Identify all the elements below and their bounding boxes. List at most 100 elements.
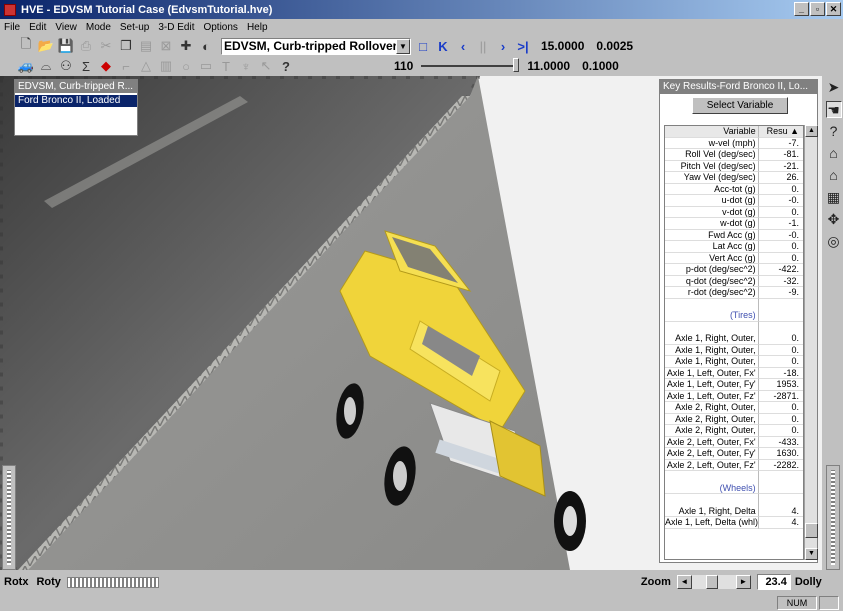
question-icon[interactable]: ? <box>826 123 842 140</box>
new-file-icon[interactable]: 🗋 <box>18 36 34 54</box>
table-row[interactable] <box>665 471 803 483</box>
table-row[interactable]: Vert Acc (g) 0. <box>665 252 803 264</box>
table-row[interactable]: Axle 1, Left, Outer, Fx' -18. <box>665 367 803 379</box>
home-icon[interactable]: ⌂ <box>826 145 842 162</box>
table-row[interactable]: Axle 1, Right, Outer, 0. <box>665 333 803 345</box>
zoom-slider[interactable] <box>691 575 736 589</box>
event-select[interactable]: EDVSM, Curb-tripped Rollover ▼ <box>221 37 411 55</box>
event-icon[interactable]: ◐ <box>198 38 214 54</box>
grid-icon[interactable]: ▦ <box>826 189 842 206</box>
copy-icon[interactable]: ❐ <box>118 38 134 54</box>
stop-icon[interactable]: □ <box>415 38 431 54</box>
save-icon[interactable]: 💾 <box>58 38 74 54</box>
table-row[interactable] <box>665 494 803 506</box>
path-icon[interactable]: ⌐ <box>118 58 134 74</box>
chevron-down-icon[interactable]: ▼ <box>396 38 410 54</box>
collision-icon[interactable]: ◆ <box>98 58 114 74</box>
arrow-pointer-icon[interactable]: ➤ <box>826 79 842 96</box>
table-row[interactable]: Axle 2, Left, Outer, Fx' -433. <box>665 436 803 448</box>
select-variable-button[interactable]: Select Variable <box>692 97 788 114</box>
table-row[interactable]: Lat Acc (g) 0. <box>665 241 803 253</box>
end-icon[interactable]: >| <box>515 38 531 54</box>
scroll-up-button[interactable]: ▲ <box>805 125 818 137</box>
menu-file[interactable]: File <box>4 22 20 33</box>
menu-view[interactable]: View <box>55 22 77 33</box>
environment-icon[interactable]: ⌓ <box>38 58 54 74</box>
table-row[interactable]: w-dot (g) -1. <box>665 218 803 230</box>
move-icon[interactable]: ✥ <box>826 211 842 228</box>
cut-icon[interactable]: ✂ <box>98 38 114 54</box>
table-row[interactable]: Axle 2, Right, Outer, 0. <box>665 413 803 425</box>
column-header-variable[interactable]: Variable <box>665 126 759 138</box>
home-alt-icon[interactable]: ⌂ <box>826 167 842 184</box>
menu-options[interactable]: Options <box>203 22 237 33</box>
table-row[interactable]: Pitch Vel (deg/sec) -21. <box>665 160 803 172</box>
triangle-icon[interactable]: △ <box>138 58 154 74</box>
table-row[interactable] <box>665 298 803 310</box>
scroll-thumb[interactable] <box>805 523 818 538</box>
maximize-button[interactable]: ▫ <box>810 2 825 16</box>
paste-icon[interactable]: ▤ <box>138 38 154 54</box>
print-icon[interactable]: ⎙ <box>78 38 94 54</box>
minimize-button[interactable]: _ <box>794 2 809 16</box>
delete-icon[interactable]: ⊠ <box>158 38 174 54</box>
table-row[interactable]: Axle 2, Right, Outer, 0. <box>665 425 803 437</box>
light-icon[interactable]: ♆ <box>238 58 254 74</box>
table-row[interactable]: Fwd Acc (g) -0. <box>665 229 803 241</box>
table-row[interactable]: u-dot (g) -0. <box>665 195 803 207</box>
table-row[interactable]: q-dot (deg/sec^2) -32. <box>665 275 803 287</box>
table-row[interactable]: Yaw Vel (deg/sec) 26. <box>665 172 803 184</box>
table-row[interactable]: p-dot (deg/sec^2) -422. <box>665 264 803 276</box>
zoom-slider-thumb[interactable] <box>705 575 718 589</box>
table-row[interactable] <box>665 321 803 333</box>
camera-view-icon[interactable]: ◎ <box>826 233 842 250</box>
menu-3d-edit[interactable]: 3-D Edit <box>158 22 194 33</box>
close-button[interactable]: ✕ <box>826 2 841 16</box>
vehicle-icon[interactable]: 🚙 <box>18 58 34 74</box>
cylinder-icon[interactable]: ▥ <box>158 58 174 74</box>
table-row[interactable]: Acc-tot (g) 0. <box>665 183 803 195</box>
circle-icon[interactable]: ○ <box>178 58 194 74</box>
right-vertical-slider[interactable] <box>826 465 840 570</box>
time-slider[interactable] <box>421 58 520 72</box>
table-row[interactable]: Axle 1, Left, Outer, Fz' -2871. <box>665 390 803 402</box>
table-row[interactable]: r-dot (deg/sec^2) -9. <box>665 287 803 299</box>
roty-slider[interactable] <box>66 576 159 588</box>
left-vertical-slider[interactable] <box>2 465 16 570</box>
table-row[interactable]: w-vel (mph) -7. <box>665 137 803 149</box>
open-folder-icon[interactable]: 📂 <box>38 38 54 54</box>
rewind-icon[interactable]: K <box>435 38 451 54</box>
pause-icon[interactable]: || <box>475 38 491 54</box>
table-row[interactable]: Axle 1, Right, Outer, 0. <box>665 356 803 368</box>
human-icon[interactable]: ⚇ <box>58 58 74 74</box>
time-slider-thumb[interactable] <box>513 58 520 72</box>
menu-edit[interactable]: Edit <box>29 22 46 33</box>
menu-setup[interactable]: Set-up <box>120 22 149 33</box>
table-row[interactable]: v-dot (g) 0. <box>665 206 803 218</box>
help-icon[interactable]: ? <box>278 58 294 74</box>
table-row[interactable]: Axle 2, Right, Outer, 0. <box>665 402 803 414</box>
scroll-down-button[interactable]: ▼ <box>805 548 818 560</box>
table-row[interactable]: Axle 2, Left, Outer, Fz' -2282. <box>665 459 803 471</box>
pointer-icon[interactable]: ↖ <box>258 58 274 74</box>
table-row[interactable]: Axle 1, Right, Outer, 0. <box>665 344 803 356</box>
table-row[interactable]: Axle 1, Right, Delta 4. <box>665 505 803 517</box>
column-header-result[interactable]: Resu ▲ <box>758 126 803 138</box>
table-row[interactable]: Roll Vel (deg/sec) -81. <box>665 149 803 161</box>
table-row[interactable]: Axle 1, Left, Outer, Fy' 1953. <box>665 379 803 391</box>
step-forward-icon[interactable]: › <box>495 38 511 54</box>
zoom-value-field[interactable]: 23.4 <box>756 574 791 590</box>
table-row[interactable]: Axle 2, Left, Outer, Fy' 1630. <box>665 448 803 460</box>
menu-mode[interactable]: Mode <box>86 22 111 33</box>
add-icon[interactable]: ✚ <box>178 38 194 54</box>
results-scrollbar[interactable]: ▲ ▼ <box>804 125 818 560</box>
table-section-row[interactable]: (Wheels) <box>665 482 803 494</box>
table-row[interactable]: Axle 1, Left, Delta (whl) 4. <box>665 517 803 529</box>
sigma-icon[interactable]: Σ <box>78 58 94 74</box>
zoom-decrease-button[interactable]: ◄ <box>676 575 692 589</box>
step-back-icon[interactable]: ‹ <box>455 38 471 54</box>
camera-icon[interactable]: ▭ <box>198 58 214 74</box>
hand-icon[interactable]: ☚ <box>825 101 842 118</box>
menu-help[interactable]: Help <box>247 22 268 33</box>
event-list-item[interactable]: Ford Bronco II, Loaded <box>15 95 137 107</box>
